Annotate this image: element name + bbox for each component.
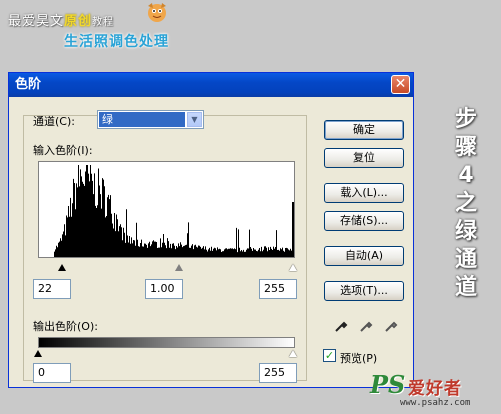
- input-gray-slider[interactable]: [175, 264, 183, 271]
- site-logo-ps: PS: [370, 370, 406, 399]
- input-levels-text: 输入色阶: [33, 144, 77, 157]
- preview-label[interactable]: 预览(P): [340, 350, 377, 366]
- banner-text-a: 最爱昊文: [8, 14, 65, 29]
- output-black-slider[interactable]: [34, 350, 42, 357]
- white-eyedropper-icon[interactable]: [384, 319, 398, 333]
- output-black-field[interactable]: 0: [33, 363, 71, 383]
- input-white-field[interactable]: 255: [259, 279, 297, 299]
- input-white-slider[interactable]: [289, 264, 297, 271]
- input-black-slider[interactable]: [58, 264, 66, 271]
- output-levels-shortcut: (O):: [77, 320, 98, 333]
- output-gradient: [38, 337, 295, 348]
- output-levels-label: 输出色阶(O):: [33, 318, 98, 334]
- black-eyedropper-icon[interactable]: [334, 319, 348, 333]
- auto-button[interactable]: 自动(A): [324, 246, 404, 266]
- save-button[interactable]: 存储(S)...: [324, 211, 404, 231]
- dialog-titlebar[interactable]: 色阶 ✕: [9, 73, 413, 97]
- ok-button[interactable]: 确定: [324, 120, 404, 140]
- input-levels-shortcut: (I):: [77, 144, 93, 157]
- options-button[interactable]: 选项(T)...: [324, 281, 404, 301]
- output-white-field[interactable]: 255: [259, 363, 297, 383]
- site-logo-name: 爱好者: [408, 379, 462, 399]
- banner-highlight: 原创: [64, 14, 93, 29]
- banner-subtitle: 生活照调色处理: [64, 34, 169, 50]
- channel-select[interactable]: 绿 ▼: [97, 110, 204, 129]
- output-white-slider[interactable]: [289, 350, 297, 357]
- reset-button[interactable]: 复位: [324, 148, 404, 168]
- input-gamma-field[interactable]: 1.00: [145, 279, 183, 299]
- step-caption: 步 骤 4 之 绿 通 道: [454, 107, 477, 300]
- channel-label-text: 通道: [33, 115, 55, 128]
- gray-eyedropper-icon[interactable]: [359, 319, 373, 333]
- channel-label: 通道(C):: [33, 113, 75, 129]
- output-levels-text: 输出色阶: [33, 320, 77, 333]
- levels-dialog: 色阶 ✕ 通道(C): 绿 ▼ 输入色阶(I): 22 1.00 255 输出色…: [8, 72, 414, 388]
- histogram-bars: [39, 165, 294, 257]
- load-button[interactable]: 载入(L)...: [324, 183, 404, 203]
- chevron-down-icon[interactable]: ▼: [187, 112, 202, 127]
- channel-select-value: 绿: [99, 112, 185, 127]
- dialog-title: 色阶: [15, 77, 42, 92]
- input-levels-label: 输入色阶(I):: [33, 142, 93, 158]
- histogram: [38, 161, 295, 258]
- close-button[interactable]: ✕: [391, 75, 410, 94]
- histogram-plot: [39, 165, 294, 257]
- banner-title: 最爱昊文原创教程: [8, 10, 114, 29]
- channel-label-shortcut: (C):: [55, 115, 75, 128]
- site-url: www.psahz.com: [400, 398, 471, 408]
- banner-text-b: 教程: [92, 17, 115, 28]
- preview-checkbox[interactable]: ✓: [323, 349, 336, 362]
- input-black-field[interactable]: 22: [33, 279, 71, 299]
- mascot-icon: [148, 3, 166, 22]
